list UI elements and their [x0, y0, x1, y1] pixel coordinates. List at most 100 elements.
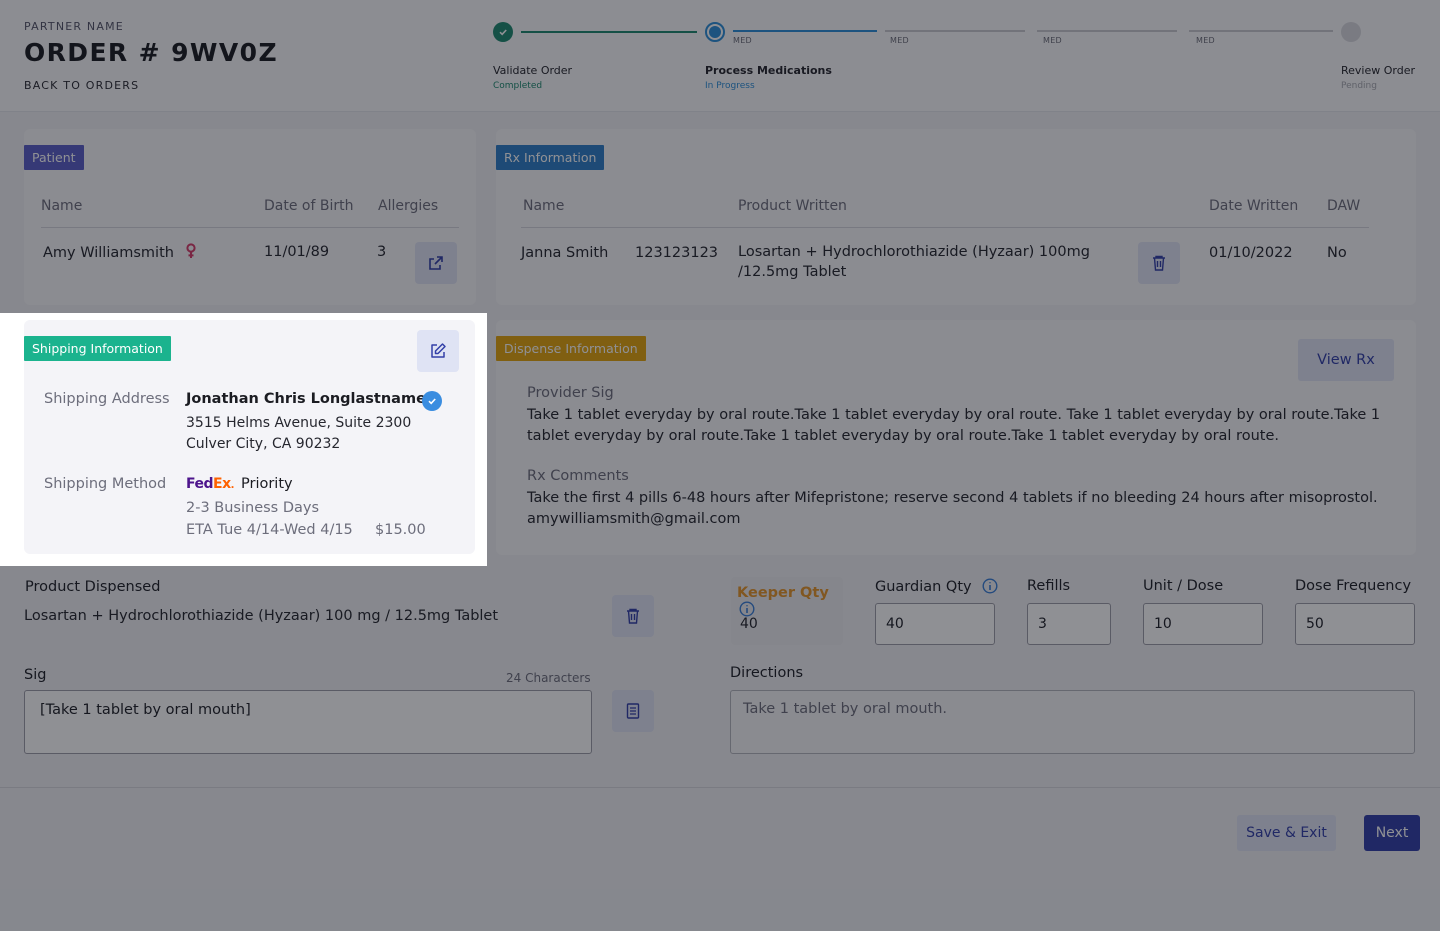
order-header: PARTNER NAME ORDER # 9WV0Z BACK TO ORDER… — [0, 0, 1440, 112]
keeper-qty-label: Keeper Qty — [737, 585, 843, 618]
rx-comments-text: Take the first 4 pills 6-48 hours after … — [527, 490, 1378, 506]
directions-textarea[interactable]: Take 1 tablet by oral mouth. — [730, 690, 1415, 754]
shipping-price: $15.00 — [375, 522, 426, 538]
guardian-qty-input[interactable]: 40 — [875, 603, 995, 645]
med-sublabel: MED — [890, 36, 910, 45]
rx-information-card: Rx Information Name Product Written Date… — [496, 129, 1416, 305]
refills-input[interactable]: 3 — [1027, 603, 1111, 645]
guardian-qty-label: Guardian Qty — [875, 578, 998, 595]
rx-comments-label: Rx Comments — [527, 468, 629, 484]
step-validate-title: Validate Order — [493, 64, 573, 77]
footer-divider — [0, 787, 1440, 788]
page-title: ORDER # 9WV0Z — [24, 38, 278, 67]
shipping-method-label: Shipping Method — [44, 476, 167, 492]
shipping-address-line2: Culver City, CA 90232 — [186, 436, 341, 452]
rx-comments-email: amywilliamsmith@gmail.com — [527, 511, 741, 527]
shipping-service: Priority — [241, 476, 293, 492]
patient-dob-header: Date of Birth — [264, 198, 354, 214]
patient-card: Patient Name Date of Birth Allergies Amy… — [24, 129, 476, 305]
product-dispensed-label: Product Dispensed — [25, 579, 161, 595]
step-line — [1037, 30, 1177, 32]
step-review-dot — [1341, 22, 1361, 42]
rx-information-tag: Rx Information — [496, 145, 605, 170]
keeper-qty-label-text: Keeper Qty — [737, 585, 829, 601]
product-dispensed-value: Losartan + Hydrochlorothiazide (Hyzaar) … — [24, 608, 499, 624]
next-button[interactable]: Next — [1364, 815, 1420, 851]
keeper-qty-value: 40 — [740, 616, 758, 632]
fedex-logo-fed: Fed — [186, 476, 214, 492]
med-sublabel: MED — [733, 36, 753, 45]
step-line — [521, 31, 697, 33]
verified-check-icon — [422, 391, 442, 411]
dispense-information-tag: Dispense Information — [496, 336, 646, 361]
sig-library-button[interactable] — [612, 690, 654, 732]
external-link-icon — [429, 256, 443, 270]
view-rx-button[interactable]: View Rx — [1298, 339, 1394, 381]
rx-delete-button[interactable] — [1138, 242, 1180, 284]
provider-sig-text: Take 1 tablet everyday by oral route.Tak… — [527, 407, 1381, 444]
divider — [41, 227, 459, 228]
step-line — [1189, 30, 1333, 32]
shipping-days: 2-3 Business Days — [186, 500, 320, 516]
rx-date-header: Date Written — [1209, 198, 1299, 214]
step-validate-status: Completed — [493, 81, 543, 91]
trash-icon — [1153, 255, 1165, 271]
rx-date-written: 01/10/2022 — [1209, 245, 1293, 261]
dispense-information-card: Dispense Information View Rx Provider Si… — [496, 320, 1416, 555]
trash-icon — [627, 608, 639, 624]
step-process-dot — [705, 22, 725, 42]
provider-sig-label: Provider Sig — [527, 385, 614, 401]
rx-product-header: Product Written — [738, 198, 847, 214]
unit-dose-label: Unit / Dose — [1143, 578, 1224, 594]
shipping-spotlight: Shipping Information Shipping Address Jo… — [0, 313, 487, 566]
patient-allergies-header: Allergies — [378, 198, 439, 214]
rx-name-header: Name — [523, 198, 565, 214]
guardian-qty-label-text: Guardian Qty — [875, 579, 972, 595]
partner-name: PARTNER NAME — [24, 20, 124, 33]
back-to-orders-link[interactable]: BACK TO ORDERS — [24, 79, 139, 92]
patient-name: Amy Williamsmith — [43, 243, 197, 263]
patient-tag: Patient — [24, 145, 84, 170]
product-delete-button[interactable] — [612, 595, 654, 637]
med-sublabel: MED — [1196, 36, 1216, 45]
patient-name-header: Name — [41, 198, 83, 214]
step-line — [885, 30, 1025, 32]
step-review-title: Review Order — [1341, 64, 1416, 77]
step-review-status: Pending — [1341, 81, 1377, 91]
shipping-information-tag: Shipping Information — [24, 336, 171, 361]
dose-frequency-input[interactable]: 50 — [1295, 603, 1415, 645]
sig-character-count: 24 Characters — [506, 671, 591, 685]
directions-label: Directions — [730, 665, 804, 681]
patient-name-text: Amy Williamsmith — [43, 245, 174, 261]
shipping-recipient: Jonathan Chris Longlastname — [186, 391, 426, 407]
unit-dose-input[interactable]: 10 — [1143, 603, 1263, 645]
info-icon[interactable] — [982, 578, 998, 594]
rx-prescriber-name: Janna Smith — [521, 245, 609, 261]
rx-number: 123123123 — [635, 245, 719, 261]
shipping-eta: ETA Tue 4/14-Wed 4/15 — [186, 522, 353, 538]
med-sublabel: MED — [1043, 36, 1063, 45]
sig-label: Sig — [24, 667, 47, 683]
edit-icon — [431, 343, 446, 358]
refills-label: Refills — [1027, 578, 1071, 594]
rx-daw-header: DAW — [1327, 198, 1361, 214]
step-line — [733, 30, 877, 32]
step-process-title: Process Medications — [705, 64, 832, 77]
female-gender-icon — [185, 243, 196, 258]
document-icon — [626, 703, 640, 719]
edit-shipping-button[interactable] — [417, 330, 459, 372]
patient-dob: 11/01/89 — [264, 244, 330, 260]
keeper-qty-box: Keeper Qty 40 — [731, 577, 843, 645]
save-exit-button[interactable]: Save & Exit — [1237, 815, 1336, 851]
rx-product-written: Losartan + Hydrochlorothiazide (Hyzaar) … — [738, 244, 1090, 280]
fedex-logo: FedEx. — [186, 476, 234, 492]
check-icon — [499, 29, 507, 36]
rx-daw: No — [1327, 245, 1347, 261]
shipping-information-card: Shipping Information Shipping Address Jo… — [24, 320, 475, 554]
info-icon[interactable] — [739, 601, 755, 617]
sig-textarea[interactable]: [Take 1 tablet by oral mouth] — [24, 690, 592, 754]
open-patient-button[interactable] — [415, 242, 457, 284]
step-validate-dot — [493, 22, 513, 42]
patient-allergies: 3 — [377, 244, 387, 260]
shipping-address-label: Shipping Address — [44, 391, 170, 407]
